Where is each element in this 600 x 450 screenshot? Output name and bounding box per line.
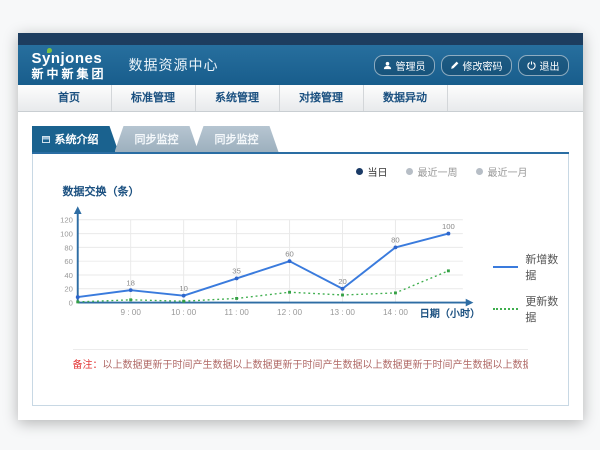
legend-item-1: 更新数据 <box>493 293 567 325</box>
data-point <box>234 277 238 281</box>
y-axis-title: 数据交换（条） <box>63 183 568 199</box>
data-point-label: 80 <box>391 236 400 245</box>
logout-button[interactable]: 退出 <box>518 55 569 76</box>
data-point <box>340 287 344 291</box>
y-tick-label: 0 <box>68 298 72 307</box>
y-tick-label: 20 <box>64 285 73 294</box>
data-point-label: 100 <box>441 222 454 231</box>
logo-text: Synjones <box>32 51 107 66</box>
change-password-button[interactable]: 修改密码 <box>441 55 512 76</box>
tab-0[interactable]: 系统介绍 <box>32 126 119 152</box>
footnote-label: 备注： <box>73 360 103 371</box>
x-tick-label: 13 : 00 <box>329 308 354 317</box>
data-point <box>235 297 238 300</box>
tab-bar: 系统介绍 同步监控 同步监控 <box>32 126 569 154</box>
nav-item-4[interactable]: 数据异动 <box>364 85 448 111</box>
footnote: 备注：以上数据更新于时间产生数据以上数据更新于时间产生数据以上数据更新于时间产生… <box>73 349 528 373</box>
tab-document-icon <box>42 136 50 143</box>
tab-label: 同步监控 <box>135 131 179 147</box>
data-point <box>182 300 185 303</box>
change-password-button-label: 修改密码 <box>463 58 503 73</box>
data-point <box>446 269 449 272</box>
y-tick-label: 120 <box>60 216 73 225</box>
x-axis-title: 日期（小时） <box>419 307 480 320</box>
y-axis-arrow-icon <box>73 206 81 214</box>
legend-line-sample <box>493 266 518 268</box>
range-selector: 当日 最近一周 最近一月 <box>33 164 568 179</box>
admin-button-label: 管理员 <box>396 58 426 73</box>
y-tick-label: 100 <box>60 229 73 238</box>
chart-legend: 新增数据更新数据 <box>493 251 567 333</box>
y-tick-label: 40 <box>64 271 73 280</box>
line-chart: 0 20 40 60 80 100 120 9 : 00 10 : 00 11 : 00 12 : … <box>45 199 488 333</box>
data-point-label: 20 <box>338 277 347 286</box>
main-nav: 首页标准管理系统管理对接管理数据异动 <box>18 85 583 112</box>
tab-2[interactable]: 同步监控 <box>195 126 279 152</box>
data-point-label: 18 <box>126 278 135 287</box>
radio-dot-icon <box>356 168 363 175</box>
data-point <box>394 291 397 294</box>
y-tick-label: 80 <box>64 243 73 252</box>
data-point <box>128 288 132 292</box>
user-icon <box>383 61 392 70</box>
data-point <box>75 295 79 299</box>
chart-area: 0 20 40 60 80 100 120 9 : 00 10 : 00 11 : 00 12 : … <box>33 199 568 333</box>
x-tick-label: 12 : 00 <box>277 308 302 317</box>
footnote-text: 以上数据更新于时间产生数据以上数据更新于时间产生数据以上数据更新于时间产生数据以… <box>103 360 528 371</box>
range-option-label: 当日 <box>368 164 388 179</box>
data-point <box>287 259 291 263</box>
range-option-2[interactable]: 最近一月 <box>476 164 528 179</box>
logo-subtitle: 新中新集团 <box>32 68 107 80</box>
range-option-0[interactable]: 当日 <box>356 164 388 179</box>
nav-item-3[interactable]: 对接管理 <box>280 85 364 111</box>
legend-item-0: 新增数据 <box>493 251 567 283</box>
data-point <box>181 294 185 298</box>
data-point <box>76 300 79 303</box>
data-point <box>341 294 344 297</box>
x-tick-label: 9 : 00 <box>120 308 141 317</box>
logo-accent <box>47 48 52 53</box>
range-option-label: 最近一周 <box>418 164 458 179</box>
data-point <box>129 298 132 301</box>
logo: Synjones 新中新集团 <box>32 51 107 80</box>
x-axis-arrow-icon <box>465 299 473 307</box>
tab-label: 同步监控 <box>215 131 259 147</box>
x-tick-label: 10 : 00 <box>171 308 196 317</box>
data-point-label: 10 <box>179 284 188 293</box>
legend-label: 新增数据 <box>525 251 567 283</box>
range-option-1[interactable]: 最近一周 <box>406 164 458 179</box>
chart-panel: 当日 最近一周 最近一月 数据交换（条） 0 20 40 60 80 100 120 9 : 00… <box>32 154 569 406</box>
nav-item-1[interactable]: 标准管理 <box>112 85 196 111</box>
page-title: 数据资源中心 <box>129 55 219 75</box>
x-tick-label: 11 : 00 <box>224 308 249 317</box>
range-option-label: 最近一月 <box>488 164 528 179</box>
app-window: Synjones 新中新集团 数据资源中心 管理员 修改密码 <box>18 33 583 420</box>
data-point-label: 35 <box>232 267 241 276</box>
window-top-strip <box>18 33 583 45</box>
nav-item-0[interactable]: 首页 <box>28 85 112 111</box>
edit-icon <box>450 61 459 70</box>
logout-button-label: 退出 <box>540 58 560 73</box>
data-point-label: 60 <box>285 249 294 258</box>
radio-dot-icon <box>406 168 413 175</box>
nav-item-2[interactable]: 系统管理 <box>196 85 280 111</box>
tab-label: 系统介绍 <box>55 131 99 147</box>
data-point <box>446 232 450 236</box>
y-tick-label: 60 <box>64 257 73 266</box>
tab-1[interactable]: 同步监控 <box>115 126 199 152</box>
header-actions: 管理员 修改密码 退出 <box>374 55 569 76</box>
legend-label: 更新数据 <box>525 293 567 325</box>
admin-button[interactable]: 管理员 <box>374 55 435 76</box>
content: 系统介绍 同步监控 同步监控 当日 最近一周 最近一月 数据交换（条） 0 20 40 60 8… <box>18 112 583 406</box>
data-point <box>288 291 291 294</box>
header: Synjones 新中新集团 数据资源中心 管理员 修改密码 <box>18 45 583 85</box>
data-point <box>393 245 397 249</box>
x-tick-label: 14 : 00 <box>382 308 407 317</box>
legend-line-sample <box>493 308 518 310</box>
power-icon <box>527 61 536 70</box>
radio-dot-icon <box>476 168 483 175</box>
